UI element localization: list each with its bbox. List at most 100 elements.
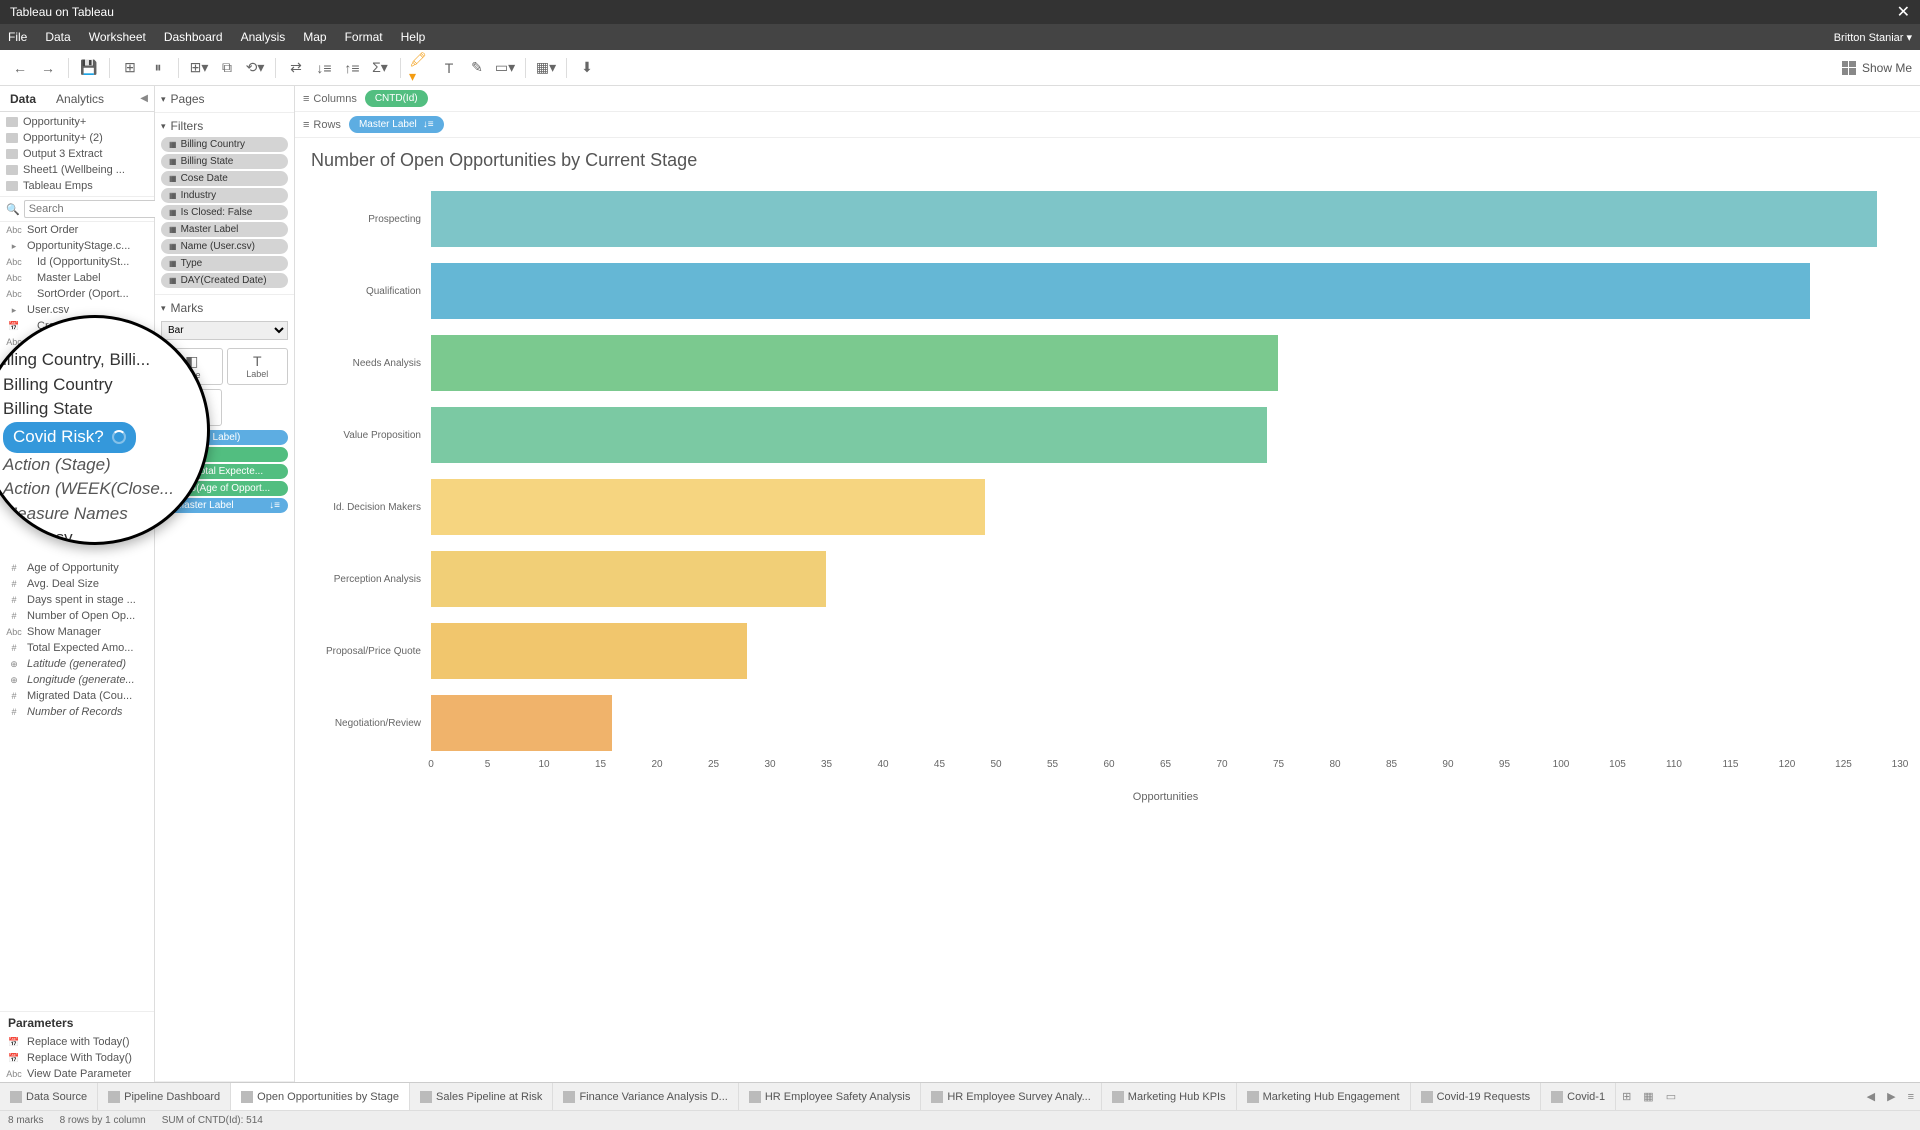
bar[interactable] xyxy=(431,335,1278,391)
menu-dashboard[interactable]: Dashboard xyxy=(164,30,223,44)
sort-asc-button[interactable]: ↓≡ xyxy=(312,56,336,80)
search-input[interactable] xyxy=(24,200,176,218)
field-item[interactable]: AbcSortOrder (Oport... xyxy=(0,286,154,302)
menu-help[interactable]: Help xyxy=(401,30,426,44)
bar[interactable] xyxy=(431,263,1810,319)
tab-nav-left[interactable]: ◀ xyxy=(1861,1090,1881,1103)
sheet-tab[interactable]: Pipeline Dashboard xyxy=(98,1083,231,1110)
show-me-button[interactable]: Show Me xyxy=(1842,61,1912,75)
data-source-item[interactable]: Sheet1 (Wellbeing ... xyxy=(0,162,154,178)
filter-pill[interactable]: ▦Billing State xyxy=(161,154,288,169)
user-menu[interactable]: Britton Staniar ▾ xyxy=(1834,31,1912,44)
field-item[interactable]: #Days spent in stage ... xyxy=(0,592,154,608)
field-item[interactable]: ⊕Latitude (generated) xyxy=(0,656,154,672)
filter-pill[interactable]: ▦Cose Date xyxy=(161,171,288,186)
new-story-button[interactable]: ▭ xyxy=(1660,1090,1682,1103)
duplicate-button[interactable]: ⧉ xyxy=(215,56,239,80)
bar[interactable] xyxy=(431,551,826,607)
annotate-button[interactable]: ✎ xyxy=(465,56,489,80)
field-item[interactable]: #Number of Open Op... xyxy=(0,608,154,624)
sheet-tab[interactable]: HR Employee Survey Analy... xyxy=(921,1083,1101,1110)
field-item[interactable]: ▸OpportunityStage.c... xyxy=(0,238,154,254)
data-source-item[interactable]: Output 3 Extract xyxy=(0,146,154,162)
menu-worksheet[interactable]: Worksheet xyxy=(89,30,146,44)
data-source-tab[interactable]: Data Source xyxy=(0,1083,98,1110)
data-sources-list: Opportunity+ Opportunity+ (2) Output 3 E… xyxy=(0,112,154,196)
filter-pill[interactable]: ▦Master Label xyxy=(161,222,288,237)
field-item[interactable]: #Number of Records xyxy=(0,704,154,720)
fit-button[interactable]: ▭▾ xyxy=(493,56,517,80)
field-item[interactable]: AbcId (OpportunitySt... xyxy=(0,254,154,270)
clear-button[interactable]: ⟲▾ xyxy=(243,56,267,80)
pause-button[interactable]: ⏸ xyxy=(146,56,170,80)
sort-desc-button[interactable]: ↑≡ xyxy=(340,56,364,80)
bar[interactable] xyxy=(431,191,1877,247)
filter-pill[interactable]: ▦Type xyxy=(161,256,288,271)
tab-data[interactable]: Data xyxy=(0,92,46,106)
back-button[interactable]: ← xyxy=(8,56,32,80)
parameter-item[interactable]: 📅Replace With Today() xyxy=(0,1050,154,1066)
filter-pill[interactable]: ▦DAY(Created Date) xyxy=(161,273,288,288)
sheet-tab[interactable]: Covid-1 xyxy=(1541,1083,1616,1110)
parameter-item[interactable]: 📅Replace with Today() xyxy=(0,1034,154,1050)
menu-analysis[interactable]: Analysis xyxy=(241,30,286,44)
field-item[interactable]: ⊕Longitude (generate... xyxy=(0,672,154,688)
category-label: Value Proposition xyxy=(315,430,431,441)
bar[interactable] xyxy=(431,407,1267,463)
tab-nav-right[interactable]: ▶ xyxy=(1881,1090,1901,1103)
bar[interactable] xyxy=(431,479,985,535)
sheet-tab[interactable]: Sales Pipeline at Risk xyxy=(410,1083,553,1110)
filter-pill[interactable]: ▦Is Closed: False xyxy=(161,205,288,220)
menu-map[interactable]: Map xyxy=(303,30,326,44)
field-item[interactable]: AbcMaster Label xyxy=(0,270,154,286)
new-data-source-button[interactable]: ⊞ xyxy=(118,56,142,80)
download-button[interactable]: ⬇ xyxy=(575,56,599,80)
pages-shelf[interactable]: ▾Pages xyxy=(161,90,288,108)
menu-data[interactable]: Data xyxy=(45,30,70,44)
marks-shelf[interactable]: ▾Marks xyxy=(161,299,288,317)
covid-risk-pill[interactable]: Covid Risk? xyxy=(3,422,136,453)
sheet-tab[interactable]: HR Employee Safety Analysis xyxy=(739,1083,922,1110)
sheet-tab[interactable]: Open Opportunities by Stage xyxy=(231,1083,410,1110)
field-item[interactable]: #Total Expected Amo... xyxy=(0,640,154,656)
data-source-item[interactable]: Tableau Emps xyxy=(0,178,154,194)
tab-analytics[interactable]: Analytics xyxy=(46,92,114,106)
filter-pill[interactable]: ▦Billing Country xyxy=(161,137,288,152)
forward-button[interactable]: → xyxy=(36,56,60,80)
bar[interactable] xyxy=(431,623,747,679)
menu-file[interactable]: File xyxy=(8,30,27,44)
sheet-tab[interactable]: Marketing Hub Engagement xyxy=(1237,1083,1411,1110)
sheet-tab[interactable]: Marketing Hub KPIs xyxy=(1102,1083,1237,1110)
filters-shelf[interactable]: ▾Filters xyxy=(161,117,288,135)
tab-list-button[interactable]: ≡ xyxy=(1902,1091,1920,1103)
presentation-button[interactable]: ▦▾ xyxy=(534,56,558,80)
totals-button[interactable]: Σ▾ xyxy=(368,56,392,80)
filter-pill[interactable]: ▦Name (User.csv) xyxy=(161,239,288,254)
data-source-item[interactable]: Opportunity+ (2) xyxy=(0,130,154,146)
field-item[interactable]: #Age of Opportunity xyxy=(0,560,154,576)
bar[interactable] xyxy=(431,695,612,751)
field-item[interactable]: #Avg. Deal Size xyxy=(0,576,154,592)
mark-label-button[interactable]: TLabel xyxy=(227,348,289,385)
new-dashboard-button[interactable]: ▦ xyxy=(1637,1090,1659,1103)
field-item[interactable]: AbcShow Manager xyxy=(0,624,154,640)
category-label: Needs Analysis xyxy=(315,358,431,369)
text-button[interactable]: T xyxy=(437,56,461,80)
data-source-item[interactable]: Opportunity+ xyxy=(0,114,154,130)
filter-pill[interactable]: ▦Industry xyxy=(161,188,288,203)
menu-format[interactable]: Format xyxy=(345,30,383,44)
close-icon[interactable]: ✕ xyxy=(1897,2,1910,22)
save-button[interactable]: 💾 xyxy=(77,56,101,80)
columns-pill[interactable]: CNTD(Id) xyxy=(365,90,428,107)
swap-button[interactable]: ⇄ xyxy=(284,56,308,80)
new-sheet-button[interactable]: ⊞ xyxy=(1616,1090,1637,1103)
mark-type-select[interactable]: Bar xyxy=(161,321,288,340)
field-item[interactable]: #Migrated Data (Cou... xyxy=(0,688,154,704)
field-item[interactable]: AbcSort Order xyxy=(0,222,154,238)
new-worksheet-button[interactable]: ⊞▾ xyxy=(187,56,211,80)
sheet-tab[interactable]: Covid-19 Requests xyxy=(1411,1083,1542,1110)
sheet-tab[interactable]: Finance Variance Analysis D... xyxy=(553,1083,738,1110)
rows-pill[interactable]: Master Label↓≡ xyxy=(349,116,444,133)
collapse-pane-icon[interactable]: ◀ xyxy=(134,93,154,104)
highlight-button[interactable]: 🖍▾ xyxy=(409,56,433,80)
